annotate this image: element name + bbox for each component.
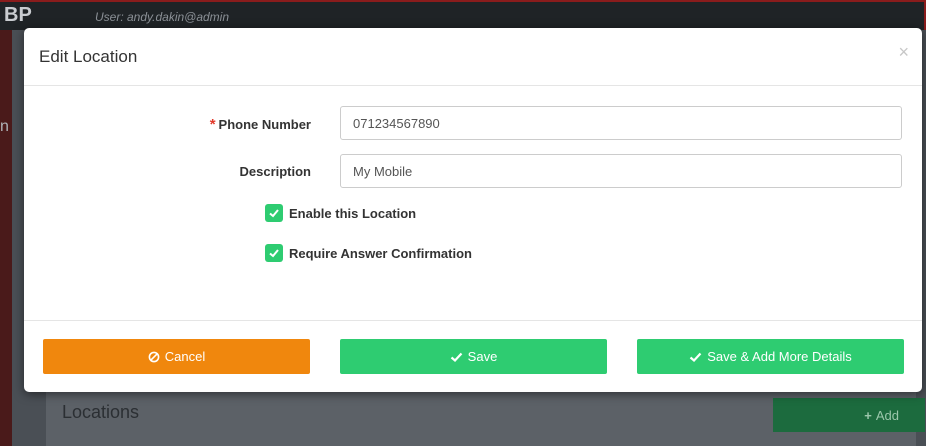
enable-location-label: Enable this Location: [289, 205, 417, 221]
app-brand: BP: [4, 4, 32, 26]
require-confirmation-label: Require Answer Confirmation: [289, 245, 472, 261]
save-add-more-button[interactable]: Save & Add More Details: [637, 339, 904, 374]
modal-title: Edit Location: [39, 47, 138, 66]
modal-header: Edit Location ×: [24, 28, 922, 86]
edit-location-modal: Edit Location × *Phone Number Descriptio…: [24, 28, 922, 392]
cancel-button[interactable]: Cancel: [43, 339, 310, 374]
app-topbar: BP User: andy.dakin@admin: [0, 0, 926, 30]
checkmark-icon: [269, 249, 279, 258]
checkmark-icon: [269, 209, 279, 218]
enable-location-checkbox[interactable]: [265, 204, 283, 222]
cancel-button-label: Cancel: [164, 349, 206, 364]
checkmark-icon: [450, 352, 462, 362]
modal-footer: Cancel Save Save & Add More Details: [24, 320, 922, 392]
save-button-label: Save: [467, 349, 498, 364]
phone-number-label: Phone Number: [218, 117, 311, 132]
require-confirmation-row[interactable]: Require Answer Confirmation: [265, 244, 472, 262]
close-icon[interactable]: ×: [898, 42, 909, 63]
required-asterisk-icon: *: [209, 116, 216, 133]
ban-icon: [148, 351, 160, 362]
locations-heading: Locations: [62, 402, 140, 422]
add-location-button[interactable]: + Add: [773, 398, 925, 432]
add-button-label: Add: [875, 407, 899, 423]
require-confirmation-checkbox[interactable]: [265, 244, 283, 262]
app-sidebar-text: n: [0, 118, 9, 135]
save-add-more-label: Save & Add More Details: [707, 349, 852, 364]
plus-icon: +: [864, 407, 872, 423]
save-button[interactable]: Save: [340, 339, 607, 374]
description-input[interactable]: [340, 154, 902, 188]
phone-number-input[interactable]: [340, 106, 902, 140]
user-label: User: andy.dakin@admin: [95, 10, 230, 24]
description-label: Description: [239, 164, 311, 179]
checkmark-icon: [690, 352, 702, 362]
phone-number-label-wrap: * Phone Number: [151, 116, 311, 133]
app-left-edge: [0, 30, 12, 446]
enable-location-row[interactable]: Enable this Location: [265, 204, 416, 222]
